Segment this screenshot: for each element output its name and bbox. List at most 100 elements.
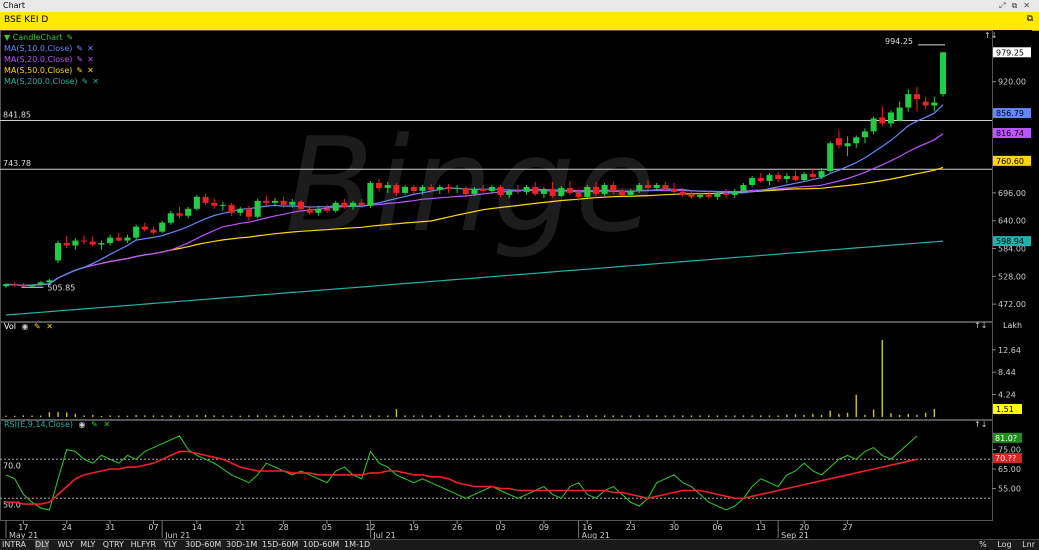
candle[interactable] bbox=[133, 226, 140, 238]
candle[interactable] bbox=[20, 285, 27, 287]
pane-resize-icon[interactable]: ↑↓ bbox=[974, 420, 987, 429]
scale-percent[interactable]: % bbox=[979, 540, 987, 549]
candle[interactable] bbox=[818, 171, 825, 178]
candle[interactable] bbox=[176, 213, 183, 216]
candle[interactable] bbox=[167, 213, 174, 223]
pencil-icon[interactable]: ✎ bbox=[76, 66, 83, 75]
candle[interactable] bbox=[332, 202, 339, 211]
candle[interactable] bbox=[37, 282, 44, 285]
candle[interactable] bbox=[323, 208, 331, 211]
scale-log[interactable]: Log bbox=[997, 540, 1011, 549]
candle[interactable] bbox=[896, 107, 903, 121]
candle[interactable] bbox=[376, 182, 383, 188]
candle[interactable] bbox=[636, 184, 643, 191]
pencil-icon[interactable]: ✎ bbox=[81, 77, 88, 86]
candle[interactable] bbox=[627, 190, 634, 195]
candle[interactable] bbox=[141, 226, 148, 230]
candle[interactable] bbox=[271, 200, 278, 203]
legend-item[interactable]: MA(S,10.0,Close) ✎ ✕ bbox=[4, 43, 103, 54]
candle[interactable] bbox=[644, 184, 652, 188]
window-controls[interactable]: ⤢⧉✕ bbox=[999, 0, 1036, 12]
candle[interactable] bbox=[931, 102, 938, 106]
close-icon[interactable]: ✕ bbox=[87, 44, 94, 53]
scale-linear[interactable]: Lnr bbox=[1022, 540, 1035, 549]
candle[interactable] bbox=[402, 186, 409, 193]
candle[interactable] bbox=[879, 117, 886, 124]
candle[interactable] bbox=[922, 101, 929, 106]
candle[interactable] bbox=[367, 182, 374, 206]
candle[interactable] bbox=[558, 187, 565, 196]
eye-icon[interactable]: ◉ bbox=[22, 322, 29, 331]
candle[interactable] bbox=[341, 202, 348, 207]
candle[interactable] bbox=[358, 202, 365, 205]
candle[interactable] bbox=[697, 194, 704, 197]
maximize-icon[interactable]: ⤢ bbox=[999, 1, 1011, 10]
candle[interactable] bbox=[913, 94, 921, 100]
candle[interactable] bbox=[289, 201, 296, 205]
close-icon[interactable]: ✕ bbox=[103, 420, 110, 429]
candle[interactable] bbox=[410, 186, 417, 191]
candle[interactable] bbox=[11, 284, 18, 286]
candle[interactable] bbox=[280, 200, 287, 205]
candle[interactable] bbox=[428, 186, 435, 190]
candle[interactable] bbox=[462, 187, 469, 194]
candle[interactable] bbox=[219, 204, 226, 206]
candle[interactable] bbox=[159, 222, 166, 232]
candle[interactable] bbox=[497, 186, 504, 195]
candle[interactable] bbox=[757, 178, 764, 181]
candle[interactable] bbox=[584, 186, 591, 197]
candle[interactable] bbox=[671, 188, 678, 192]
candle[interactable] bbox=[688, 194, 695, 197]
candle[interactable] bbox=[124, 237, 131, 241]
candle[interactable] bbox=[245, 208, 252, 217]
candle[interactable] bbox=[523, 186, 530, 192]
candle[interactable] bbox=[306, 208, 313, 213]
candle[interactable] bbox=[549, 188, 556, 196]
candle[interactable] bbox=[2, 284, 10, 287]
candle[interactable] bbox=[905, 94, 912, 108]
candle[interactable] bbox=[532, 186, 539, 194]
candle[interactable] bbox=[809, 174, 816, 178]
candle[interactable] bbox=[749, 178, 756, 185]
candle[interactable] bbox=[679, 191, 686, 195]
candle[interactable] bbox=[115, 237, 122, 241]
candle[interactable] bbox=[263, 200, 270, 203]
legend-item[interactable]: ▼ CandleChart ✎ bbox=[4, 32, 103, 43]
candle[interactable] bbox=[592, 186, 599, 194]
pencil-icon[interactable]: ✎ bbox=[66, 33, 73, 42]
candle[interactable] bbox=[662, 184, 669, 189]
close-icon[interactable]: ✕ bbox=[87, 66, 94, 75]
candle[interactable] bbox=[714, 192, 721, 197]
candle[interactable] bbox=[72, 240, 79, 246]
candle[interactable] bbox=[211, 202, 218, 206]
candle[interactable] bbox=[783, 176, 790, 180]
candle[interactable] bbox=[419, 186, 426, 191]
candle[interactable] bbox=[480, 188, 487, 191]
candle[interactable] bbox=[488, 186, 495, 191]
candle[interactable] bbox=[445, 186, 452, 189]
candle[interactable] bbox=[193, 196, 200, 209]
candle[interactable] bbox=[471, 188, 478, 194]
candle[interactable] bbox=[740, 184, 747, 191]
candle[interactable] bbox=[63, 243, 70, 246]
eye-icon[interactable]: ◉ bbox=[79, 420, 86, 429]
candle[interactable] bbox=[228, 204, 235, 213]
close-icon[interactable]: ✕ bbox=[92, 77, 99, 86]
candle[interactable] bbox=[89, 241, 96, 245]
candle[interactable] bbox=[185, 208, 192, 216]
legend-item[interactable]: MA(S,200.0,Close) ✎ ✕ bbox=[4, 76, 103, 87]
legend-item[interactable]: MA(S,50.0,Close) ✎ ✕ bbox=[4, 65, 103, 76]
candle[interactable] bbox=[870, 118, 877, 132]
pencil-icon[interactable]: ✎ bbox=[34, 322, 41, 331]
candle[interactable] bbox=[861, 131, 868, 138]
candle[interactable] bbox=[853, 137, 860, 144]
candle[interactable] bbox=[835, 138, 842, 146]
candle[interactable] bbox=[514, 190, 521, 192]
candle[interactable] bbox=[55, 243, 62, 261]
chart-canvas[interactable]: Binge472.00528.00584.00640.00696.00920.0… bbox=[0, 30, 1039, 539]
candle[interactable] bbox=[28, 284, 36, 287]
pencil-icon[interactable]: ✎ bbox=[76, 44, 83, 53]
candle[interactable] bbox=[792, 176, 799, 181]
candle[interactable] bbox=[393, 184, 400, 193]
candle[interactable] bbox=[237, 208, 244, 213]
